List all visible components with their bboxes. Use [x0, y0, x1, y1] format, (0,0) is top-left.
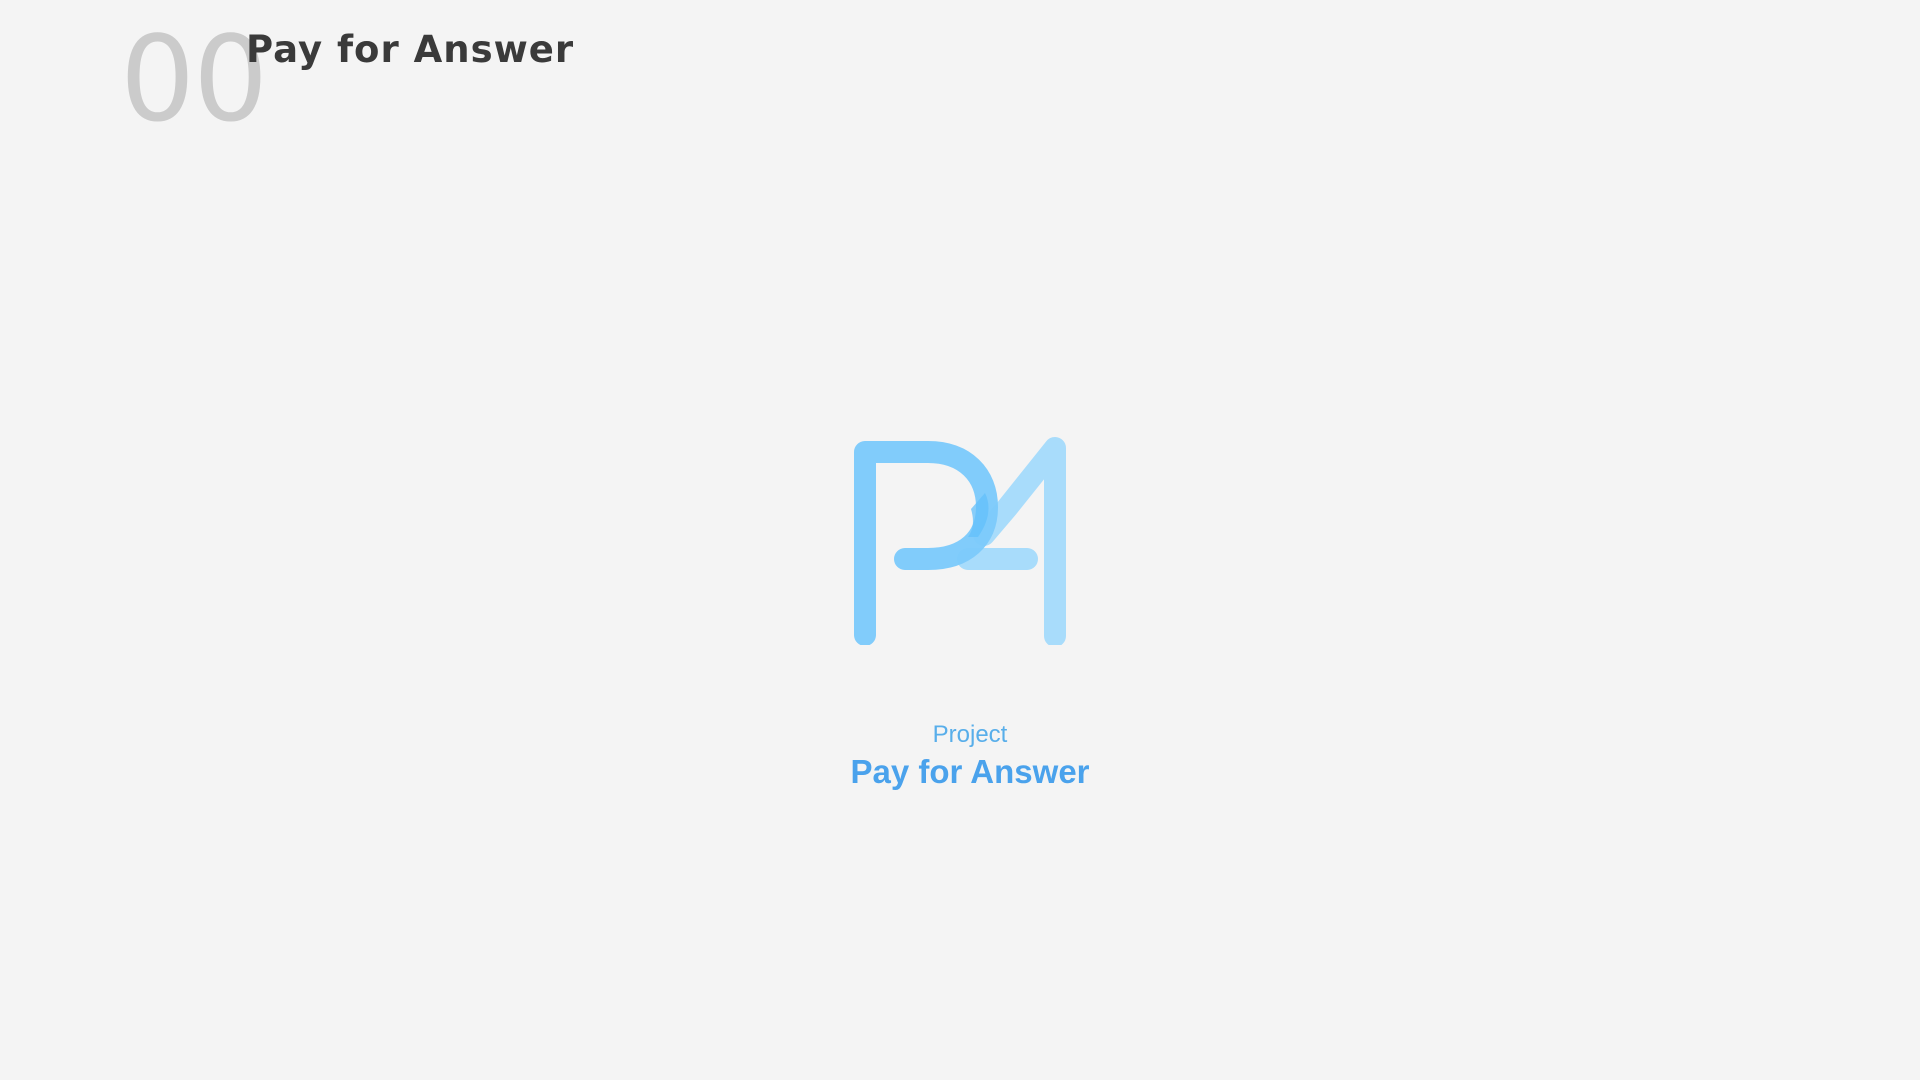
project-caption: Project Pay for Answer	[760, 720, 1180, 791]
section-number: 00	[120, 10, 268, 148]
project-title: Pay for Answer	[850, 753, 1090, 790]
project-logo	[850, 435, 1070, 645]
p4-logo-icon	[854, 437, 1066, 645]
page-title: Pay for Answer	[246, 28, 575, 71]
logo-p-shape	[854, 441, 998, 645]
caption-kicker: Project	[932, 721, 1008, 748]
